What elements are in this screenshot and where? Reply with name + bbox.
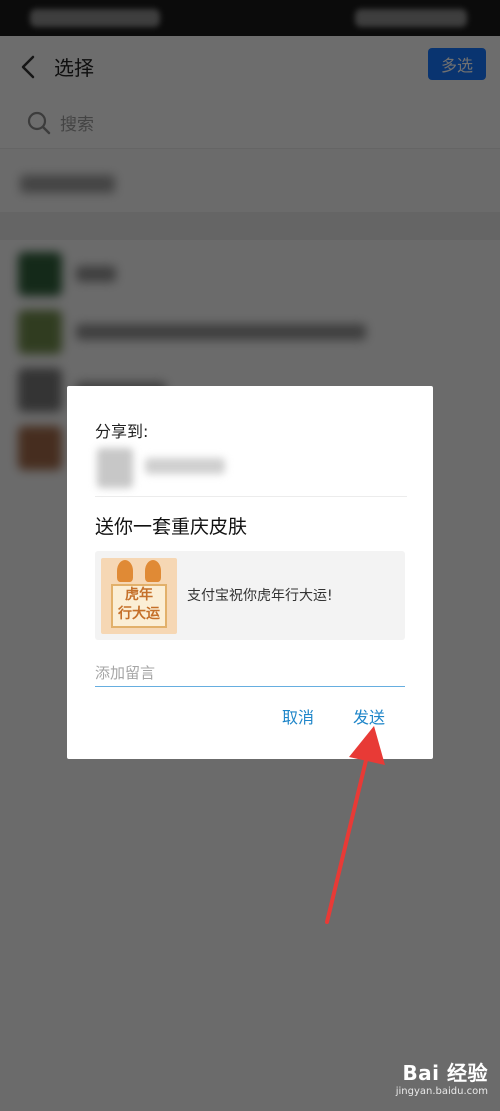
watermark-logo: Bai 经验	[402, 1061, 488, 1085]
watermark-url: jingyan.baidu.com	[395, 1086, 488, 1097]
red-arrow-annotation	[325, 726, 385, 924]
watermark: Bai 经验 jingyan.baidu.com	[396, 1057, 488, 1097]
